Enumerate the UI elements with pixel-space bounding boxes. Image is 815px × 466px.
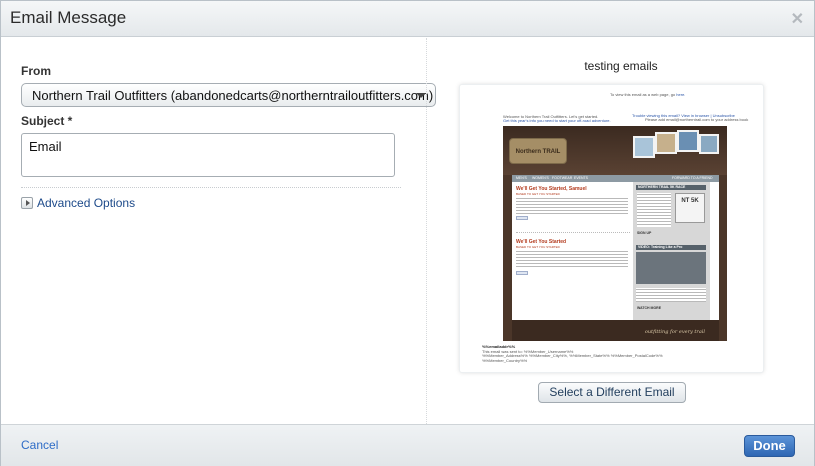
thumb-logo: Northern TRAIL	[509, 138, 567, 164]
close-icon[interactable]: ✕	[791, 9, 804, 29]
subject-field[interactable]: Email	[21, 133, 395, 177]
dialog-footer: Cancel Done	[1, 424, 814, 466]
divider	[21, 187, 401, 188]
dialog-titlebar: Email Message ✕	[1, 1, 814, 37]
advanced-options-label: Advanced Options	[37, 196, 136, 210]
done-button[interactable]: Done	[744, 435, 795, 457]
email-message-dialog: Email Message ✕ From Northern Trail Outf…	[0, 0, 815, 466]
from-select[interactable]: Northern Trail Outfitters (abandonedcart…	[21, 83, 436, 107]
email-preview-thumbnail: To view this email as a web page, go her…	[459, 84, 764, 373]
chevron-down-icon	[416, 93, 426, 98]
thumb-sidebar: NORTHERN TRAIL 5K RACE NT 5K SIGN UP VID…	[633, 182, 710, 320]
thumb-footer: outfitting for every trail	[512, 320, 719, 341]
email-preview-panel: testing emails To view this email as a w…	[426, 38, 814, 424]
from-label: From	[21, 64, 51, 78]
dialog-title: Email Message	[10, 8, 127, 27]
thumb-banner: Northern TRAIL	[503, 126, 727, 175]
select-different-email-button[interactable]: Select a Different Email	[538, 382, 686, 403]
subject-label: Subject *	[21, 114, 73, 128]
thumb-welcome-link: Get this year's info you need to start y…	[503, 118, 611, 123]
advanced-options-toggle[interactable]: Advanced Options	[21, 196, 135, 210]
thumb-photo	[655, 132, 677, 154]
thumb-photo	[633, 136, 655, 158]
email-thumbnail-body: Northern TRAIL MEN'S WOMEN'S FOOTWEAR EV…	[503, 126, 727, 341]
thumb-navbar: MEN'S WOMEN'S FOOTWEAR EVENTS FORWARD TO…	[512, 175, 719, 182]
email-settings-panel: From Northern Trail Outfitters (abandone…	[1, 38, 436, 424]
thumb-photo	[699, 134, 719, 154]
cancel-button[interactable]: Cancel	[21, 438, 58, 452]
thumb-footer-fields: %%Member_Address%% %%Member_City%%, %%Me…	[482, 353, 663, 363]
thumb-photo	[677, 130, 699, 152]
from-select-value: Northern Trail Outfitters (abandonedcart…	[32, 88, 434, 103]
preview-title: testing emails	[584, 59, 658, 73]
expand-arrow-icon	[21, 197, 33, 209]
thumb-address-note: Please add email@northerntrail.com to yo…	[645, 117, 749, 122]
thumb-top-note: To view this email as a web page, go her…	[610, 92, 686, 97]
